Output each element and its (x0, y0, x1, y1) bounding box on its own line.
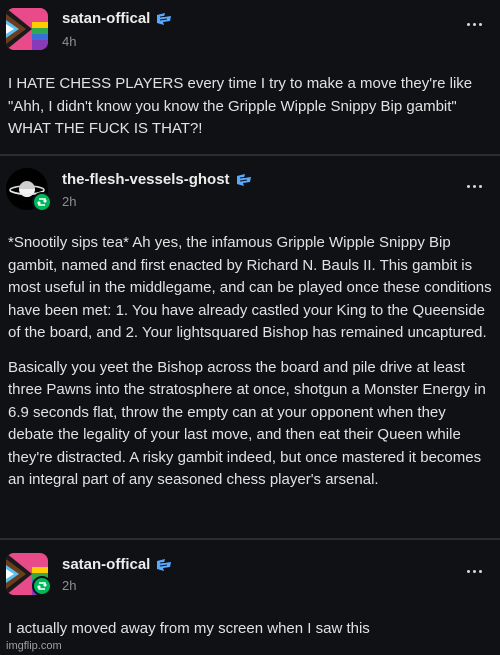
verified-badge-icon (156, 12, 172, 26)
post-content: I actually moved away from my screen whe… (8, 618, 492, 653)
post-reblog: the-flesh-vessels-ghost 2h *Snootily sip… (0, 160, 500, 540)
post-header: satan-offical 2h (0, 545, 500, 605)
divider (0, 154, 500, 156)
post-header: satan-offical 4h (0, 0, 500, 60)
post-reply: satan-offical 2h I actually moved away f… (0, 545, 500, 655)
post-timestamp: 4h (62, 34, 77, 49)
more-options-icon[interactable] (460, 176, 488, 196)
reblog-icon (32, 192, 52, 212)
reblog-icon (32, 576, 52, 596)
more-options-icon[interactable] (460, 14, 488, 34)
username-text[interactable]: the-flesh-vessels-ghost (62, 171, 230, 188)
username-text[interactable]: satan-offical (62, 556, 150, 573)
avatar[interactable] (6, 8, 48, 50)
post-username[interactable]: the-flesh-vessels-ghost (62, 171, 252, 188)
post-content: *Snootily sips tea* Ah yes, the infamous… (8, 232, 492, 504)
verified-badge-icon (236, 173, 252, 187)
post-content: I HATE CHESS PLAYERS every time I try to… (8, 73, 492, 153)
post-paragraph: *Snootily sips tea* Ah yes, the infamous… (8, 234, 492, 341)
post-paragraph: I HATE CHESS PLAYERS every time I try to… (8, 75, 473, 137)
post-paragraph: I actually moved away from my screen whe… (8, 620, 370, 637)
post-header: the-flesh-vessels-ghost 2h (0, 160, 500, 220)
post-timestamp: 2h (62, 194, 77, 209)
watermark: imgflip.com (6, 640, 62, 652)
post-paragraph: Basically you yeet the Bishop across the… (8, 358, 486, 489)
reblog-thread: satan-offical 4h I HATE CHESS PLAYERS ev… (0, 0, 500, 655)
verified-badge-icon (156, 558, 172, 572)
more-options-icon[interactable] (460, 561, 488, 581)
post-username[interactable]: satan-offical (62, 556, 172, 573)
post-username[interactable]: satan-offical (62, 10, 172, 27)
divider (0, 538, 500, 540)
post-original: satan-offical 4h I HATE CHESS PLAYERS ev… (0, 0, 500, 140)
username-text[interactable]: satan-offical (62, 10, 150, 27)
post-timestamp: 2h (62, 578, 77, 593)
